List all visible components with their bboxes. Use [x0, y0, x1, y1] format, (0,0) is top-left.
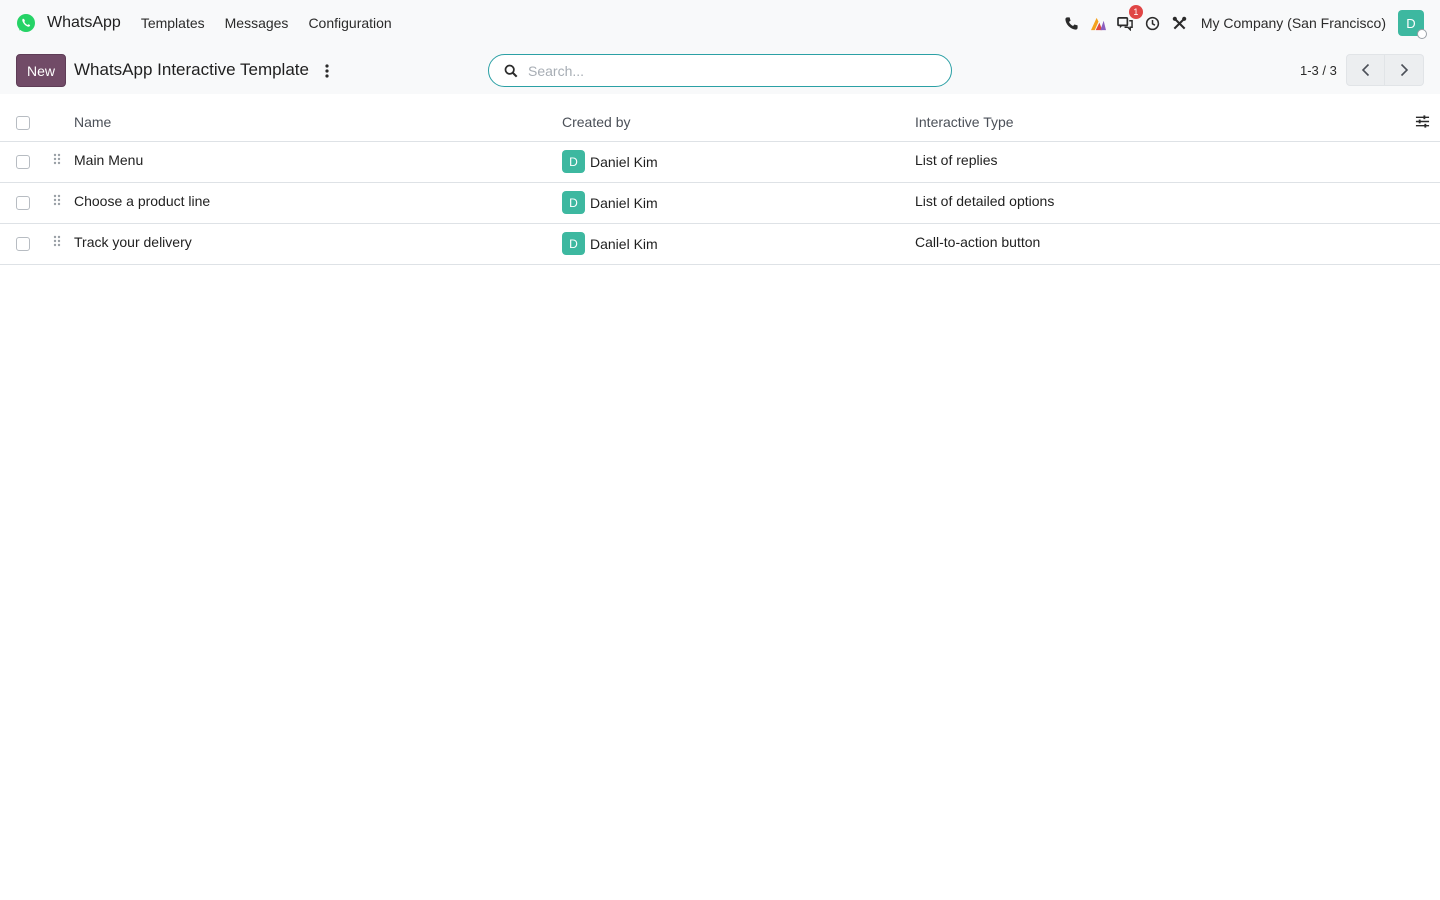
main-navbar: WhatsApp Templates Messages Configuratio… — [0, 0, 1440, 46]
column-header-interactive-type[interactable]: Interactive Type — [915, 114, 1014, 130]
app-name: WhatsApp — [47, 14, 121, 31]
row-name: Main Menu — [74, 152, 144, 168]
user-avatar[interactable]: D — [1398, 10, 1427, 39]
pager-next-button[interactable] — [1385, 54, 1424, 86]
row-creator: D Daniel Kim — [562, 150, 658, 173]
avatar: D — [562, 232, 585, 255]
user-avatar-initial: D — [1406, 15, 1416, 31]
row-interactive-type: List of replies — [915, 152, 998, 168]
pager-previous-button[interactable] — [1346, 54, 1385, 86]
chevron-right-icon — [1400, 63, 1409, 77]
creator-name: Daniel Kim — [590, 153, 658, 170]
app-brand[interactable]: WhatsApp — [16, 13, 121, 33]
page-title: WhatsApp Interactive Template — [74, 60, 309, 79]
chevron-left-icon — [1361, 63, 1369, 77]
search-box — [488, 54, 952, 87]
tools-icon[interactable] — [1171, 14, 1189, 32]
column-settings-icon[interactable] — [1415, 114, 1430, 129]
row-name: Track your delivery — [74, 234, 192, 250]
list-header: Name Created by Interactive Type — [0, 101, 1440, 142]
avatar: D — [562, 191, 585, 214]
menu-item-templates[interactable]: Templates — [141, 15, 205, 31]
drag-handle-icon[interactable] — [53, 194, 61, 208]
column-header-created-by[interactable]: Created by — [562, 114, 630, 130]
drag-handle-icon[interactable] — [53, 153, 61, 167]
search-icon — [504, 63, 520, 79]
table-row[interactable]: Main Menu D Daniel Kim List of replies — [0, 142, 1440, 183]
row-checkbox[interactable] — [16, 155, 30, 169]
row-interactive-type: List of detailed options — [915, 193, 1055, 209]
table-row[interactable]: Choose a product line D Daniel Kim List … — [0, 183, 1440, 224]
avatar: D — [562, 150, 585, 173]
drag-handle-icon[interactable] — [53, 235, 61, 249]
presence-status-icon — [1417, 29, 1427, 39]
row-checkbox[interactable] — [16, 237, 30, 251]
list-view: Name Created by Interactive Type Main Me… — [0, 101, 1440, 265]
row-name: Choose a product line — [74, 193, 211, 209]
messages-badge: 1 — [1128, 5, 1143, 19]
messages-icon[interactable]: 1 — [1117, 5, 1143, 32]
kebab-icon[interactable] — [320, 61, 334, 81]
creator-name: Daniel Kim — [590, 194, 658, 211]
app-menu: Templates Messages Configuration — [141, 15, 412, 31]
pager-buttons — [1346, 54, 1424, 86]
control-panel: New WhatsApp Interactive Template 1-3 / … — [0, 46, 1440, 94]
row-creator: D Daniel Kim — [562, 232, 658, 255]
phone-icon[interactable] — [1063, 14, 1081, 32]
row-creator: D Daniel Kim — [562, 191, 658, 214]
select-all-checkbox[interactable] — [16, 116, 30, 130]
creator-name: Daniel Kim — [590, 235, 658, 252]
clock-icon[interactable] — [1144, 14, 1162, 32]
row-interactive-type: Call-to-action button — [915, 234, 1041, 250]
column-header-name[interactable]: Name — [74, 114, 111, 130]
company-switcher[interactable]: My Company (San Francisco) — [1201, 15, 1386, 31]
row-checkbox[interactable] — [16, 196, 30, 210]
menu-item-configuration[interactable]: Configuration — [308, 15, 391, 31]
new-button[interactable]: New — [16, 54, 66, 87]
table-row[interactable]: Track your delivery D Daniel Kim Call-to… — [0, 224, 1440, 265]
whatsapp-logo-icon — [16, 13, 36, 33]
search-input[interactable] — [528, 62, 928, 79]
pager-value[interactable]: 1-3 / 3 — [1300, 63, 1337, 78]
systray: 1 My Company (San Francisco) D — [1063, 0, 1427, 46]
activity-icon[interactable] — [1090, 14, 1108, 32]
menu-item-messages[interactable]: Messages — [225, 15, 289, 31]
